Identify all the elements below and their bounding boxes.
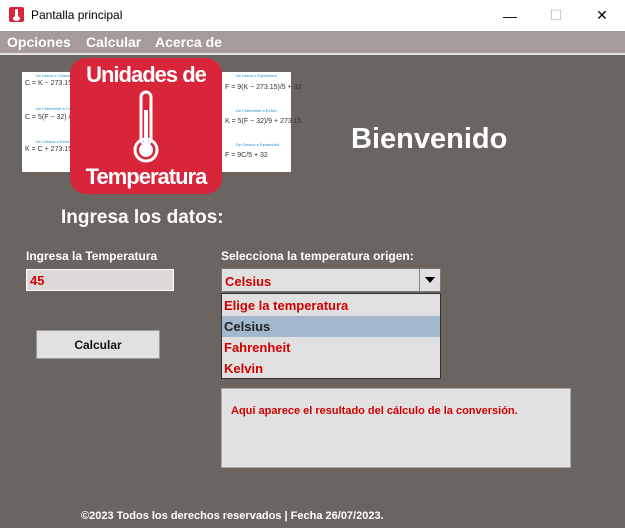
option-placeholder[interactable]: Elige la temperatura <box>222 295 440 316</box>
close-button[interactable]: ✕ <box>579 0 625 31</box>
option-fahrenheit[interactable]: Fahrenheit <box>222 337 440 358</box>
window-title: Pantalla principal <box>31 8 123 22</box>
menu-acerca-de[interactable]: Acerca de <box>155 34 222 50</box>
formula-caption: De Fahrenheit a Kelvin <box>236 108 277 113</box>
origin-selected-value: Celsius <box>225 274 272 289</box>
formula-card-right: De Kelvin a Fahrenheit F = 9(K − 273.15)… <box>222 72 301 172</box>
origin-temperature-dropdown: Elige la temperatura Celsius Fahrenheit … <box>221 293 441 379</box>
formula-card-left: De Kelvin a Celsius C = K − 273.15 De Fa… <box>22 72 79 172</box>
welcome-heading: Bienvenido <box>351 123 508 155</box>
option-celsius[interactable]: Celsius <box>222 316 440 337</box>
logo-title-line1: Unidades de <box>86 62 207 87</box>
formula-caption: De Celsius a Kelvin <box>36 139 71 144</box>
temperature-input[interactable]: 45 <box>26 269 174 291</box>
option-kelvin[interactable]: Kelvin <box>222 358 440 379</box>
formula-caption: De Celsius a Fahrenheit <box>236 142 279 147</box>
app-logo: Unidades de Temperatura <box>70 58 222 194</box>
formula-caption: De Kelvin a Celsius <box>36 73 71 78</box>
formula-text: F = 9(K − 273.15)/5 + 32 <box>225 84 302 91</box>
footer-text: ©2023 Todos los derechos reservados | Fe… <box>81 510 384 522</box>
title-bar: Pantalla principal — ☐ ✕ <box>0 0 625 31</box>
menu-opciones[interactable]: Opciones <box>7 34 71 50</box>
formula-text: C = K − 273.15 <box>25 80 73 87</box>
formula-text: C = 5(F − 32) / 9 <box>25 114 77 121</box>
dropdown-arrow-icon[interactable] <box>419 269 440 291</box>
thermometer-icon <box>133 90 159 163</box>
formula-text: K = C + 273.15 <box>25 146 73 153</box>
result-panel: Aquí aparece el resultado del cálculo de… <box>221 388 571 468</box>
formula-text: K = 5(F − 32)/9 + 273.15 <box>225 118 302 125</box>
formula-caption: De Kelvin a Fahrenheit <box>236 73 277 78</box>
temperature-label: Ingresa la Temperatura <box>26 249 158 263</box>
logo-title-line2: Temperatura <box>85 164 208 189</box>
formula-text: F = 9C/5 + 32 <box>225 152 268 159</box>
data-entry-heading: Ingresa los datos: <box>61 207 224 228</box>
menu-bar: Opciones Calcular Acerca de <box>0 31 625 55</box>
origin-temperature-label: Selecciona la temperatura origen: <box>221 249 414 263</box>
minimize-button[interactable]: — <box>487 0 533 31</box>
maximize-button[interactable]: ☐ <box>533 0 579 31</box>
result-text: Aquí aparece el resultado del cálculo de… <box>231 405 518 417</box>
app-icon <box>9 7 24 22</box>
calculate-button[interactable]: Calcular <box>36 330 160 359</box>
menu-calcular[interactable]: Calcular <box>86 34 141 50</box>
origin-temperature-select[interactable]: Celsius <box>221 268 441 292</box>
